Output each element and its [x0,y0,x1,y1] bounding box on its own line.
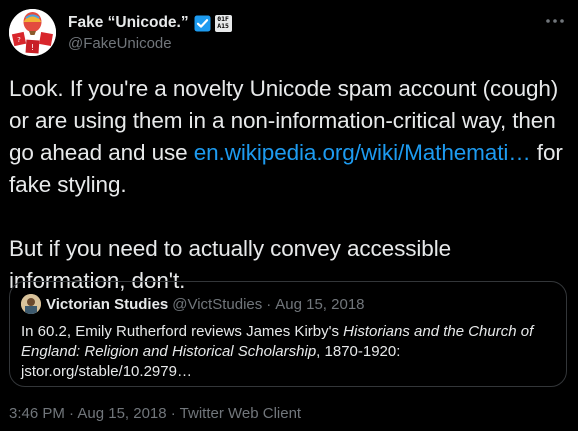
tweet-text: Look. If you're a novelty Unicode spam a… [9,73,569,297]
badge-code-line2: A15 [217,22,229,30]
svg-text:?: ? [17,36,21,44]
author-name-row: Fake “Unicode.” 01F A15 [68,13,232,33]
quoted-author-avatar [21,294,41,314]
author-avatar[interactable]: ? ! [9,9,56,56]
quoted-separator: · [266,295,272,313]
tweet: ? ! Fake “Unicode.” 01F A15 @FakeUnicode… [0,0,578,431]
author-handle[interactable]: @FakeUnicode [68,35,172,52]
unicode-codepoint-badge-icon: 01F A15 [214,14,232,32]
verified-badge-icon [194,15,211,32]
quoted-author-name: Victorian Studies [46,295,169,313]
quoted-date: Aug 15, 2018 [275,295,365,313]
quoted-tweet-card[interactable]: Victorian Studies @VictStudies · Aug 15,… [9,281,567,387]
quoted-tweet-text: In 60.2, Emily Rutherford reviews James … [21,322,555,382]
more-options-icon [546,19,564,23]
avatar-logo-icon: ? ! [9,9,56,56]
svg-text:!: ! [31,43,34,52]
quoted-text-part1: In 60.2, Emily Rutherford reviews James … [21,323,344,340]
author-display-name[interactable]: Fake “Unicode.” [68,14,189,32]
quoted-author-handle: @VictStudies [172,295,263,313]
tweet-paragraph-1: Look. If you're a novelty Unicode spam a… [9,73,569,201]
quoted-tweet-header: Victorian Studies @VictStudies · Aug 15,… [21,294,365,314]
wikipedia-link[interactable]: en.wikipedia.org/wiki/Mathemati… [194,140,531,165]
more-options-button[interactable] [544,12,566,30]
tweet-timestamp[interactable]: 3:46 PM · Aug 15, 2018 · Twitter Web Cli… [9,405,301,422]
